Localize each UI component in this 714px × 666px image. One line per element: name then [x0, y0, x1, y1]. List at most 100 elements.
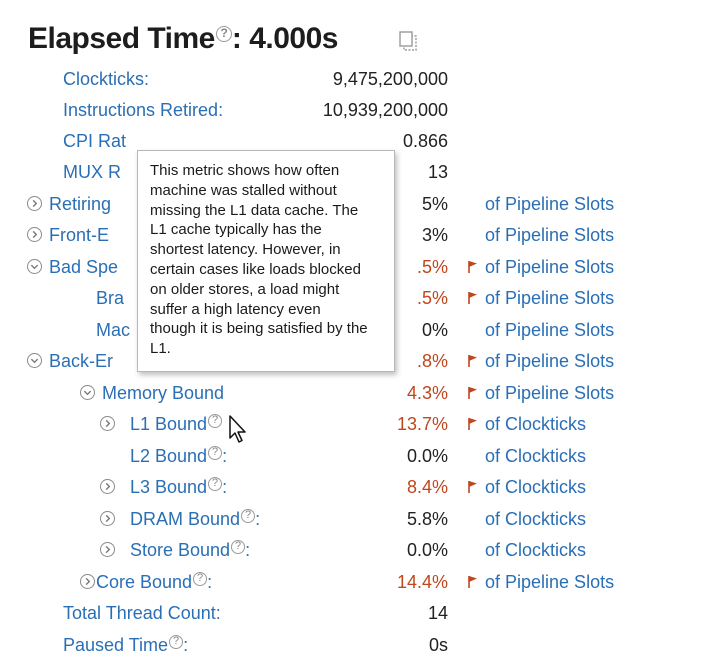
- tooltip-line: This metric shows how often: [150, 162, 340, 179]
- expand-icon[interactable]: [100, 479, 115, 494]
- metric-label-text: Store Bound: [130, 540, 231, 560]
- metric-label-text: Paused Time: [63, 635, 169, 655]
- metric-label[interactable]: L2 Bound?:: [130, 441, 227, 471]
- help-icon[interactable]: ?: [241, 509, 256, 523]
- metric-row-instructions-retired: Instructions Retired: 10,939,200,000: [0, 95, 714, 125]
- metric-label[interactable]: Clockticks:: [63, 64, 149, 94]
- metric-row-core-bound: Core Bound?: 14.4% of Pipeline Slots: [0, 567, 714, 597]
- flag-icon: [468, 481, 477, 493]
- expand-icon[interactable]: [27, 196, 42, 211]
- tooltip-line: though it is being satisfied by the: [150, 320, 368, 338]
- tooltip-line: machine was stalled without: [150, 181, 337, 199]
- metric-unit: of Pipeline Slots: [485, 225, 615, 245]
- metric-unit: of Pipeline Slots: [485, 383, 615, 403]
- collapse-icon[interactable]: [27, 259, 42, 274]
- metric-label[interactable]: Mac: [96, 315, 130, 345]
- flag-icon: [468, 355, 477, 367]
- expand-icon[interactable]: [80, 574, 95, 589]
- metric-unit: of Clockticks: [485, 446, 587, 466]
- metric-value: 14.4%: [396, 572, 448, 592]
- expand-icon[interactable]: [100, 542, 115, 557]
- help-icon[interactable]: ?: [193, 572, 208, 586]
- metric-row-paused-time: Paused Time?: 0s: [0, 630, 714, 660]
- help-tooltip: This metric shows how often machine was …: [137, 150, 395, 372]
- expand-icon[interactable]: [27, 227, 42, 242]
- metric-row-l2-bound: L2 Bound?: 0.0% of Clockticks: [0, 441, 714, 471]
- metric-row-dram-bound: DRAM Bound?: 5.8% of Clockticks: [0, 504, 714, 534]
- metric-label[interactable]: Memory Bound: [102, 378, 224, 408]
- metric-row-l3-bound: L3 Bound?: 8.4% of Clockticks: [0, 472, 714, 502]
- help-icon[interactable]: ?: [208, 477, 223, 491]
- metric-row-total-thread-count: Total Thread Count: 14: [0, 598, 714, 628]
- tooltip-line: L1 cache typically has the: [150, 221, 322, 239]
- collapse-icon[interactable]: [27, 353, 42, 368]
- metric-unit: of Pipeline Slots: [485, 320, 615, 340]
- metric-unit: of Pipeline Slots: [485, 288, 615, 308]
- metric-value: 5.8%: [406, 509, 448, 529]
- flag-icon: [468, 418, 477, 430]
- copy-icon[interactable]: [397, 30, 419, 52]
- metric-value: 13.7%: [396, 414, 448, 434]
- expand-icon[interactable]: [100, 416, 115, 431]
- metric-unit: of Pipeline Slots: [485, 351, 615, 371]
- metric-label[interactable]: Total Thread Count:: [63, 598, 221, 628]
- flag-icon: [468, 292, 477, 304]
- flag-icon: [468, 576, 477, 588]
- metric-unit: of Clockticks: [485, 540, 587, 560]
- metric-label-text: L2 Bound: [130, 446, 208, 466]
- elapsed-time-value: : 4.000s: [231, 22, 339, 55]
- metric-label[interactable]: Paused Time?:: [63, 630, 188, 660]
- metric-label[interactable]: Bad Spe: [49, 252, 118, 282]
- flag-icon: [468, 387, 477, 399]
- page-title: Elapsed Time?: 4.000s: [28, 22, 338, 56]
- metric-value: 0.0%: [406, 540, 448, 560]
- metric-label[interactable]: L1 Bound?: [130, 409, 223, 439]
- metric-label-text: L3 Bound: [130, 477, 208, 497]
- help-icon[interactable]: ?: [215, 26, 232, 42]
- metric-value: 4.3%: [406, 383, 448, 403]
- tooltip-line: certain cases like loads blocked: [150, 260, 361, 278]
- metric-label[interactable]: Bra: [96, 283, 124, 313]
- metric-label-text: DRAM Bound: [130, 509, 241, 529]
- metric-label[interactable]: Store Bound?:: [130, 535, 250, 565]
- metric-value: 0.0%: [406, 446, 448, 466]
- mouse-cursor-icon: [229, 415, 246, 443]
- metric-label[interactable]: CPI Rat: [63, 126, 126, 156]
- metric-label[interactable]: Back-Er: [49, 346, 113, 376]
- metric-row-store-bound: Store Bound?: 0.0% of Clockticks: [0, 535, 714, 565]
- tooltip-line: missing the L1 data cache. The: [150, 201, 359, 219]
- metric-label[interactable]: Front-E: [49, 220, 109, 250]
- metric-label[interactable]: MUX R: [63, 157, 121, 187]
- metric-row-memory-bound: Memory Bound 4.3% of Pipeline Slots: [0, 378, 714, 408]
- metric-label-text: Core Bound: [96, 572, 193, 592]
- metric-value: 0s: [428, 635, 448, 655]
- metric-label[interactable]: L3 Bound?:: [130, 472, 227, 502]
- flag-icon: [468, 261, 477, 273]
- metric-unit: of Clockticks: [485, 509, 587, 529]
- tooltip-line: shortest latency. However, in: [150, 241, 341, 259]
- tooltip-line: L1.: [150, 340, 171, 358]
- tooltip-line: on older stores, a load might: [150, 280, 340, 298]
- metric-unit: of Pipeline Slots: [485, 194, 615, 214]
- tooltip-line: suffer a high latency even: [150, 300, 321, 318]
- help-icon[interactable]: ?: [231, 540, 246, 554]
- metric-label-text: L1 Bound: [130, 414, 208, 434]
- expand-icon[interactable]: [100, 511, 115, 526]
- metric-value: 8.4%: [406, 477, 448, 497]
- metric-unit: of Clockticks: [485, 414, 587, 434]
- metric-unit: of Pipeline Slots: [485, 572, 615, 592]
- metric-unit: of Pipeline Slots: [485, 257, 615, 277]
- collapse-icon[interactable]: [80, 385, 95, 400]
- metric-value: 14: [427, 603, 448, 623]
- metric-value: 9,475,200,000: [332, 69, 448, 89]
- metric-label[interactable]: Core Bound?:: [96, 567, 212, 597]
- metric-row-l1-bound: L1 Bound? 13.7% of Clockticks: [0, 409, 714, 439]
- metric-label[interactable]: Instructions Retired:: [63, 95, 223, 125]
- help-icon[interactable]: ?: [169, 635, 184, 649]
- help-icon[interactable]: ?: [208, 446, 223, 460]
- metric-row-clockticks: Clockticks: 9,475,200,000: [0, 64, 714, 94]
- metric-label[interactable]: Retiring: [49, 189, 111, 219]
- metric-label[interactable]: DRAM Bound?:: [130, 504, 260, 534]
- metric-value: 10,939,200,000: [322, 100, 448, 120]
- help-icon[interactable]: ?: [208, 414, 223, 428]
